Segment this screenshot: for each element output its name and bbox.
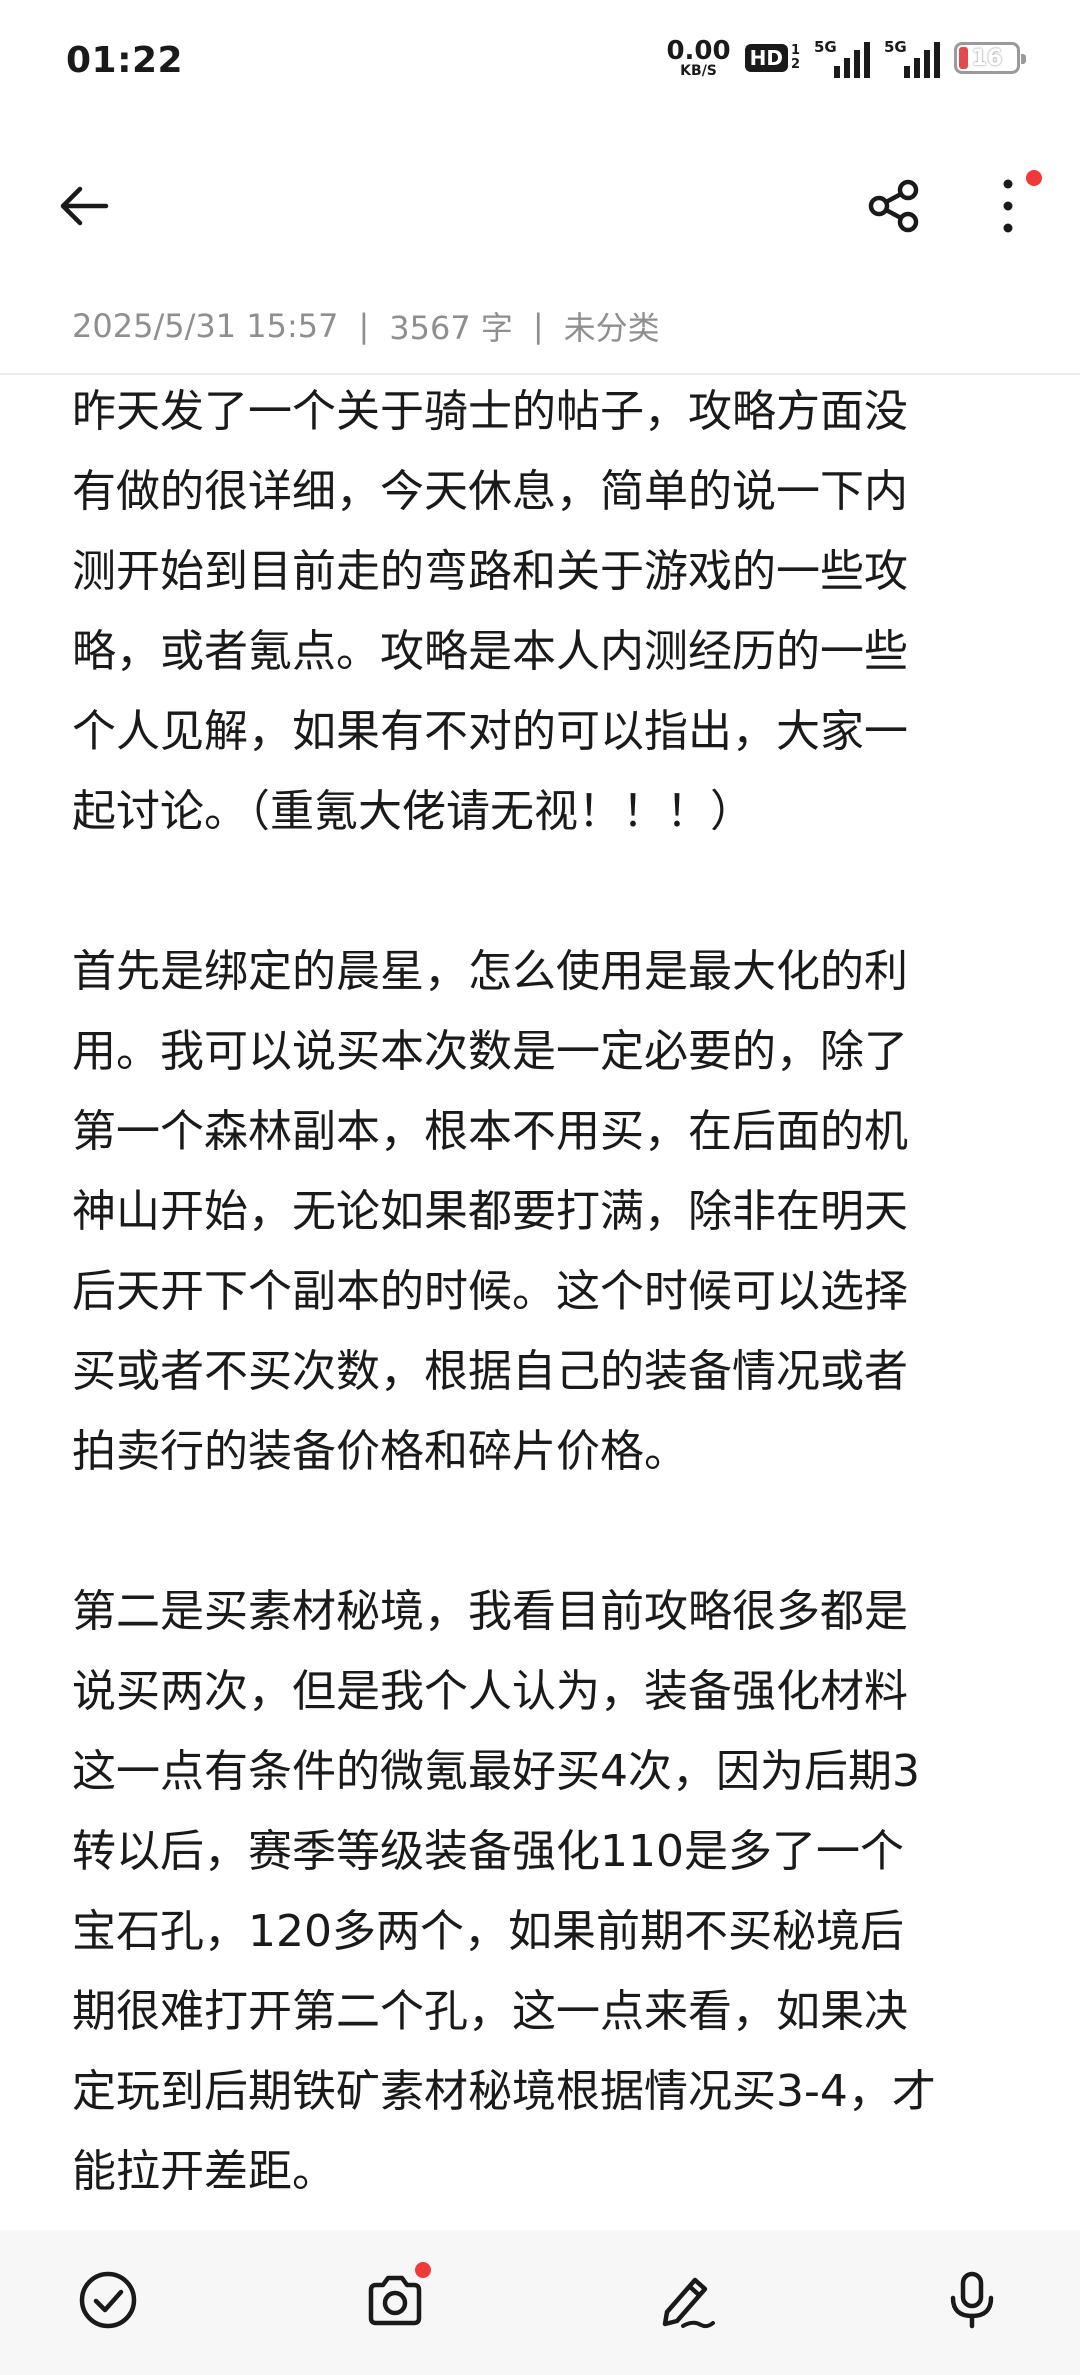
camera-badge-dot: [415, 2262, 431, 2278]
battery-level: 16: [971, 45, 1003, 71]
more-options-button[interactable]: [972, 170, 1044, 242]
network-speed-value: 0.00: [666, 36, 731, 66]
share-icon: [868, 179, 919, 233]
camera-button[interactable]: [355, 2260, 435, 2340]
microphone-icon: [950, 2271, 994, 2329]
note-category[interactable]: 未分类: [564, 303, 660, 349]
handwriting-button[interactable]: [645, 2260, 725, 2340]
battery-icon: 16: [954, 42, 1026, 74]
hd-voice-icon: HD 1 2: [744, 44, 800, 72]
network-speed: 0.00 KB/S: [666, 38, 730, 78]
network-speed-unit: KB/S: [680, 63, 717, 79]
status-icons: 0.00 KB/S HD 1 2 5G 5G 16: [666, 38, 1026, 78]
note-date: 2025/5/31 15:57: [72, 307, 339, 345]
app-bar: [0, 150, 1080, 260]
note-paragraph: 昨天发了一个关于骑士的帖子，攻略方面没 有做的很详细，今天休息，简单的说一下内 …: [72, 386, 908, 837]
note-meta: 2025/5/31 15:57 | 3567 字 | 未分类: [72, 303, 660, 349]
share-button[interactable]: [858, 170, 930, 242]
signal-sim2-icon: 5G: [884, 38, 940, 78]
hd-sub-2: 2: [790, 57, 800, 72]
note-paragraph: 第二是买素材秘境，我看目前攻略很多都是 说买两次，但是我个人认为，装备强化材料 …: [72, 1586, 936, 2197]
checklist-icon: [79, 2271, 137, 2329]
status-bar: 01:22 0.00 KB/S HD 1 2 5G 5G 16: [0, 0, 1080, 125]
note-word-count: 3567 字: [389, 309, 513, 347]
hd-label: HD: [744, 44, 788, 72]
signal-sim1-icon: 5G: [814, 38, 870, 78]
note-paragraph: 首先是绑定的晨星，怎么使用是最大化的利 用。我可以说买本次数是一定必要的，除了 …: [72, 946, 908, 1477]
note-body[interactable]: 昨天发了一个关于骑士的帖子，攻略方面没 有做的很详细，今天休息，简单的说一下内 …: [72, 372, 1008, 2210]
camera-icon: [368, 2275, 422, 2326]
notification-dot: [1026, 170, 1042, 186]
checklist-button[interactable]: [68, 2260, 148, 2340]
hd-sub-1: 1: [790, 43, 800, 59]
meta-separator: |: [358, 307, 370, 345]
arrow-left-icon: [60, 186, 109, 226]
status-time: 01:22: [66, 40, 184, 81]
meta-separator: |: [532, 307, 544, 345]
hd-sub: 1 2: [791, 44, 800, 71]
pen-icon: [662, 2277, 715, 2329]
more-vertical-icon: [1003, 179, 1013, 233]
bottom-toolbar: [0, 2230, 1080, 2375]
voice-input-button[interactable]: [932, 2260, 1012, 2340]
back-button[interactable]: [48, 170, 120, 242]
